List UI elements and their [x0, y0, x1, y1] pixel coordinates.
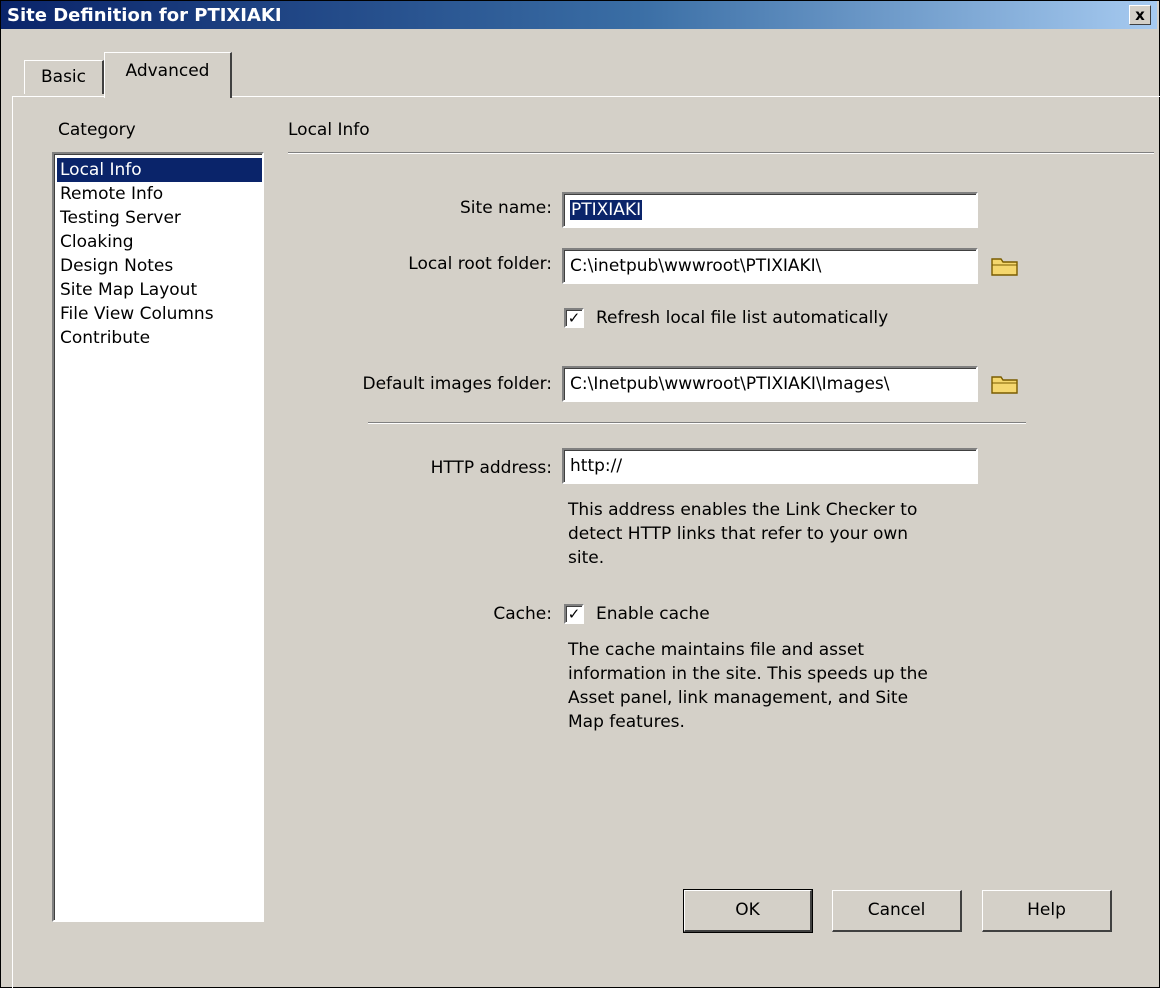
local-root-input[interactable]: C:\inetpub\wwwroot\PTIXIAKI\: [562, 248, 978, 284]
category-item-contribute[interactable]: Contribute: [58, 326, 152, 350]
category-list[interactable]: Local Info Remote Info Testing Server Cl…: [52, 152, 264, 922]
images-folder-label: Default images folder:: [362, 374, 552, 394]
category-item-design-notes[interactable]: Design Notes: [58, 254, 175, 278]
site-name-value: PTIXIAKI: [570, 200, 643, 220]
http-address-label: HTTP address:: [430, 458, 552, 478]
category-item-site-map-layout[interactable]: Site Map Layout: [58, 278, 199, 302]
close-icon: x: [1135, 6, 1145, 24]
divider: [368, 422, 1026, 424]
images-folder-input[interactable]: C:\Inetpub\wwwroot\PTIXIAKI\Images\: [562, 366, 978, 402]
http-desc-line: This address enables the Link Checker to: [568, 500, 918, 520]
http-desc-line: site.: [568, 548, 605, 568]
enable-cache-label[interactable]: Enable cache: [596, 604, 710, 624]
section-divider: [288, 152, 1154, 154]
cache-desc-line: Map features.: [568, 712, 685, 732]
close-button[interactable]: x: [1129, 5, 1151, 25]
local-root-label: Local root folder:: [408, 254, 552, 274]
cache-desc-line: Asset panel, link management, and Site: [568, 688, 909, 708]
cancel-button[interactable]: Cancel: [832, 890, 962, 932]
http-desc-line: detect HTTP links that refer to your own: [568, 524, 909, 544]
http-description: This address enables the Link Checker to…: [568, 498, 988, 570]
refresh-checkbox[interactable]: ✓: [564, 308, 584, 328]
site-name-label: Site name:: [460, 198, 552, 218]
category-item-testing-server[interactable]: Testing Server: [58, 206, 183, 230]
help-button[interactable]: Help: [982, 890, 1112, 932]
category-item-remote-info[interactable]: Remote Info: [58, 182, 165, 206]
site-name-input[interactable]: PTIXIAKI: [562, 192, 978, 228]
folder-icon[interactable]: [990, 372, 1020, 396]
refresh-label[interactable]: Refresh local file list automatically: [596, 308, 888, 328]
category-item-local-info[interactable]: Local Info: [57, 158, 262, 182]
tab-basic[interactable]: Basic: [24, 60, 104, 94]
tab-advanced[interactable]: Advanced: [104, 52, 232, 98]
cache-label: Cache:: [493, 604, 552, 624]
cache-desc-line: The cache maintains file and asset: [568, 640, 865, 660]
title-bar[interactable]: Site Definition for PTIXIAKI x: [1, 1, 1157, 29]
window-title: Site Definition for PTIXIAKI: [7, 5, 282, 26]
cache-desc-line: information in the site. This speeds up …: [568, 664, 928, 684]
cache-description: The cache maintains file and asset infor…: [568, 638, 988, 734]
ok-button[interactable]: OK: [683, 889, 813, 933]
category-item-file-view-columns[interactable]: File View Columns: [58, 302, 216, 326]
category-heading: Category: [58, 120, 136, 140]
category-item-cloaking[interactable]: Cloaking: [58, 230, 136, 254]
section-title: Local Info: [288, 120, 370, 140]
enable-cache-checkbox[interactable]: ✓: [564, 604, 584, 624]
folder-icon[interactable]: [990, 254, 1020, 278]
http-address-input[interactable]: http://: [562, 448, 978, 484]
